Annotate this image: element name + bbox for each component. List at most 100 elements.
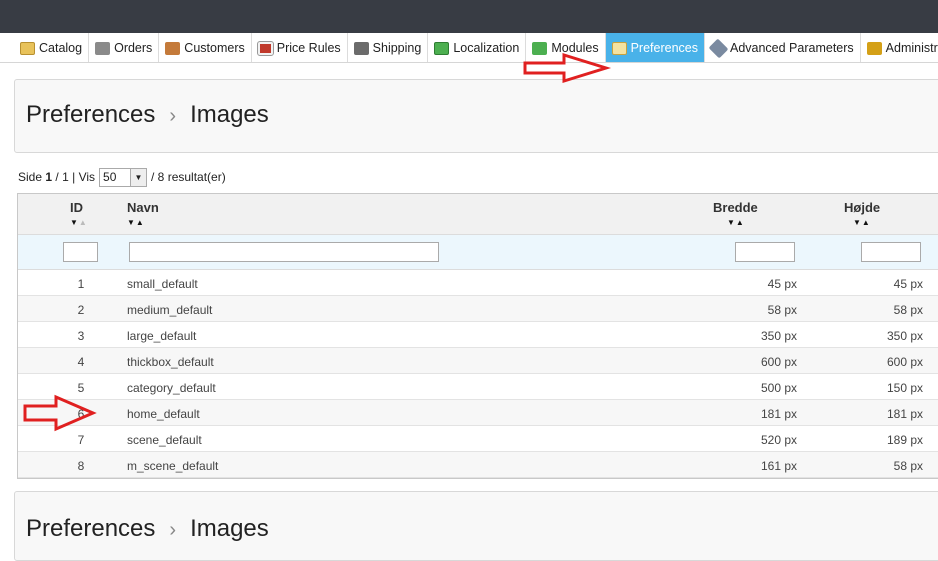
filter-row [18,235,938,270]
cell-name: scene_default [127,433,202,447]
globe-icon [434,41,450,55]
tab-price-rules[interactable]: Price Rules [252,33,348,62]
annotation-arrow-home-default [23,394,97,432]
results-count: / 8 resultat(er) [151,170,226,184]
cell-height: 58 px [893,459,923,473]
cell-name: m_scene_default [127,459,219,473]
tab-customers[interactable]: Customers [159,33,252,62]
cell-id: 8 [77,459,85,473]
tab-label: Price Rules [276,41,341,55]
cell-width: 520 px [760,433,797,447]
key-icon [866,41,882,55]
table-row[interactable]: 2 medium_default 58 px 58 px [18,296,938,322]
cell-name: category_default [127,381,216,395]
tab-catalog[interactable]: Catalog [0,33,90,62]
breadcrumb-current: Images [190,101,269,128]
images-table: ID ▼▲ Navn ▼▲ Bredde ▼▲ Højde ▼▲ 1 small_… [17,193,938,479]
annotation-arrow-preferences [523,52,612,84]
sort-asc-icon: ▲ [135,218,145,227]
table-row[interactable]: 7 scene_default 520 px 189 px [18,426,938,452]
table-row[interactable]: 3 large_default 350 px 350 px [18,322,938,348]
preferences-icon [611,41,627,55]
breadcrumb-parent[interactable]: Preferences [26,515,155,542]
cell-id: 7 [77,433,85,447]
table-body: 1 small_default 45 px 45 px 2 medium_default 5… [18,270,938,478]
cell-name: home_default [127,407,200,421]
tab-shipping[interactable]: Shipping [348,33,429,62]
show-label: Vis [78,170,96,184]
table-header: ID ▼▲ Navn ▼▲ Bredde ▼▲ Højde ▼▲ [18,194,938,235]
cell-width: 181 px [760,407,797,421]
chevron-down-icon[interactable]: ▼ [130,168,147,186]
cell-name: thickbox_default [127,355,214,369]
breadcrumb-current: Images [190,515,269,542]
cell-width: 58 px [767,303,797,317]
tab-label: Catalog [39,41,83,55]
price-tag-icon [256,40,274,56]
cart-icon [95,41,111,55]
per-page-value: 50 [103,170,117,184]
tab-label: Customers [184,41,245,55]
tab-preferences[interactable]: Preferences [605,33,705,62]
filter-id-input[interactable] [63,242,98,262]
filter-height-input[interactable] [861,242,921,262]
main-menu-tabs: Catalog Orders Customers Price Rules Shippin… [0,33,938,63]
sort-name-controls[interactable]: ▼▲ [127,218,145,227]
folder-icon [20,41,35,55]
cell-width: 350 px [760,329,797,343]
sort-desc-icon: ▼ [727,218,736,227]
column-header-height: Højde [844,200,881,215]
table-row[interactable]: 4 thickbox_default 600 px 600 px [18,348,938,374]
tab-localization[interactable]: Localization [428,33,527,62]
cell-width: 600 px [760,355,797,369]
cell-id: 5 [77,381,85,395]
table-row[interactable]: 5 category_default 500 px 150 px [18,374,938,400]
sort-id-controls[interactable]: ▼▲ [70,218,88,227]
sort-height-controls[interactable]: ▼▲ [853,218,871,227]
sort-asc-icon: ▲ [78,218,88,227]
table-row[interactable]: 8 m_scene_default 161 px 58 px [18,452,938,478]
per-page-select[interactable]: 50 ▼ [99,167,148,187]
tab-label: Shipping [372,41,422,55]
filter-name-input[interactable] [129,242,439,262]
page-label: Side [18,170,43,184]
table-row[interactable]: 6 home_default 181 px 181 px [18,400,938,426]
page-header-panel: Preferences › Images [14,79,938,153]
sort-desc-icon: ▼ [853,218,862,227]
truck-icon [353,41,369,55]
tab-label: Advanced Parameters [729,41,854,55]
wrench-icon [708,38,729,58]
cell-height: 350 px [886,329,923,343]
tab-administration[interactable]: Administration [861,33,938,62]
breadcrumb-bottom: Preferences › Images [26,515,269,543]
tab-orders[interactable]: Orders [89,33,160,62]
tab-advanced-parameters[interactable]: Advanced Parameters [705,33,861,62]
sort-desc-icon: ▼ [127,218,136,227]
cell-height: 181 px [886,407,923,421]
cell-height: 150 px [886,381,923,395]
breadcrumb: Preferences › Images [26,101,269,129]
cell-id: 2 [77,303,85,317]
tab-label: Preferences [630,41,698,55]
current-page: 1 [45,170,53,184]
filter-width-input[interactable] [735,242,795,262]
total-pages: 1 [62,170,69,184]
cell-width: 45 px [767,277,797,291]
breadcrumb-parent[interactable]: Preferences [26,101,155,128]
column-header-name: Navn [127,200,159,215]
tab-label: Localization [453,41,520,55]
column-header-id: ID [70,200,83,215]
cell-name: medium_default [127,303,213,317]
table-row[interactable]: 1 small_default 45 px 45 px [18,270,938,296]
cell-id: 3 [77,329,85,343]
user-icon [165,41,181,55]
breadcrumb-separator: › [169,519,177,541]
cell-width: 161 px [760,459,797,473]
cell-id: 1 [77,277,85,291]
sort-desc-icon: ▼ [70,218,79,227]
page-footer-panel: Preferences › Images [14,491,938,561]
sort-width-controls[interactable]: ▼▲ [727,218,745,227]
tab-label: Administration [885,41,938,55]
cell-id: 4 [77,355,85,369]
cell-height: 600 px [886,355,923,369]
